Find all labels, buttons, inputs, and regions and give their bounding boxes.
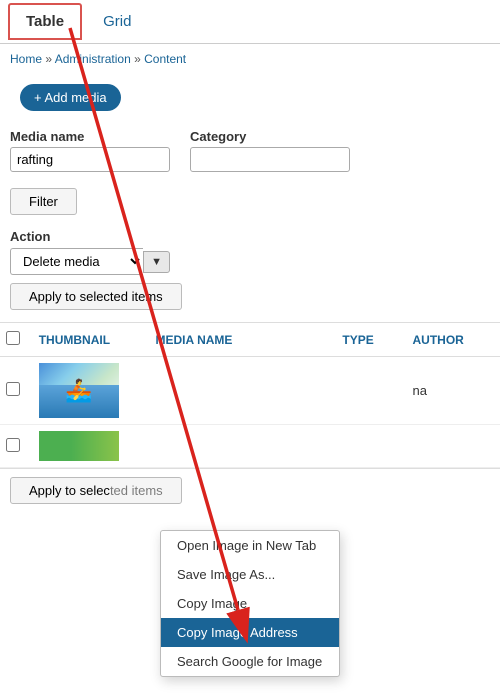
breadcrumb-sep1: »	[45, 52, 54, 66]
row2-thumbnail	[39, 431, 119, 461]
row1-checkbox[interactable]	[6, 382, 20, 396]
breadcrumb-sep2: »	[134, 52, 144, 66]
action-select-wrap: Delete media ▼	[10, 248, 170, 275]
filter-row: Media name Category	[10, 129, 490, 172]
col-header-author: AUTHOR	[407, 323, 500, 357]
context-menu-item-saveas[interactable]: Save Image As...	[161, 560, 339, 589]
context-menu-item-copyaddress[interactable]: Copy Image Address	[161, 618, 339, 647]
row1-thumbnail-cell	[33, 357, 150, 425]
bottom-apply-button[interactable]: Apply to selected items	[10, 477, 182, 504]
table-row: na	[0, 357, 500, 425]
action-select-arrow[interactable]: ▼	[143, 251, 170, 273]
tab-grid[interactable]: Grid	[86, 4, 148, 39]
row1-author-cell: na	[407, 357, 500, 425]
row1-thumbnail	[39, 363, 119, 418]
col-header-check	[0, 323, 33, 357]
select-all-checkbox[interactable]	[6, 331, 20, 345]
col-header-medianame: MEDIA NAME	[150, 323, 337, 357]
col-header-thumbnail: THUMBNAIL	[33, 323, 150, 357]
filter-form: Media name Category Filter	[0, 121, 500, 225]
tabs-bar: Table Grid	[0, 0, 500, 44]
tab-table[interactable]: Table	[8, 3, 82, 40]
breadcrumb-admin[interactable]: Administration	[55, 52, 131, 66]
breadcrumb: Home » Administration » Content	[0, 44, 500, 74]
row2-medianame-cell	[150, 425, 337, 468]
apply-selected-button[interactable]: Apply to selected items	[10, 283, 182, 310]
add-media-button[interactable]: + Add media	[20, 84, 121, 111]
bottom-bar: Apply to selected items	[0, 468, 500, 512]
context-menu-item-searchgoogle[interactable]: Search Google for Image	[161, 647, 339, 676]
context-menu: Open Image in New Tab Save Image As... C…	[160, 530, 340, 677]
category-label: Category	[190, 129, 350, 144]
action-area: Action Delete media ▼ Apply to selected …	[0, 225, 500, 316]
table-row	[0, 425, 500, 468]
row1-type-cell	[336, 357, 406, 425]
row1-check-cell	[0, 357, 33, 425]
col-header-type: TYPE	[336, 323, 406, 357]
context-menu-item-open[interactable]: Open Image in New Tab	[161, 531, 339, 560]
row2-checkbox[interactable]	[6, 438, 20, 452]
row2-check-cell	[0, 425, 33, 468]
row1-medianame-cell	[150, 357, 337, 425]
row2-type-cell	[336, 425, 406, 468]
media-name-input[interactable]	[10, 147, 170, 172]
context-menu-item-copy[interactable]: Copy Image	[161, 589, 339, 618]
table-header-row: THUMBNAIL MEDIA NAME TYPE AUTHOR	[0, 323, 500, 357]
media-table: THUMBNAIL MEDIA NAME TYPE AUTHOR na	[0, 322, 500, 468]
action-select[interactable]: Delete media	[10, 248, 143, 275]
breadcrumb-home[interactable]: Home	[10, 52, 42, 66]
category-field: Category	[190, 129, 350, 172]
row2-author-cell	[407, 425, 500, 468]
category-input[interactable]	[190, 147, 350, 172]
media-name-field: Media name	[10, 129, 170, 172]
breadcrumb-content[interactable]: Content	[144, 52, 186, 66]
row2-thumbnail-cell	[33, 425, 150, 468]
media-name-label: Media name	[10, 129, 170, 144]
filter-button[interactable]: Filter	[10, 188, 77, 215]
action-label: Action	[10, 229, 490, 244]
